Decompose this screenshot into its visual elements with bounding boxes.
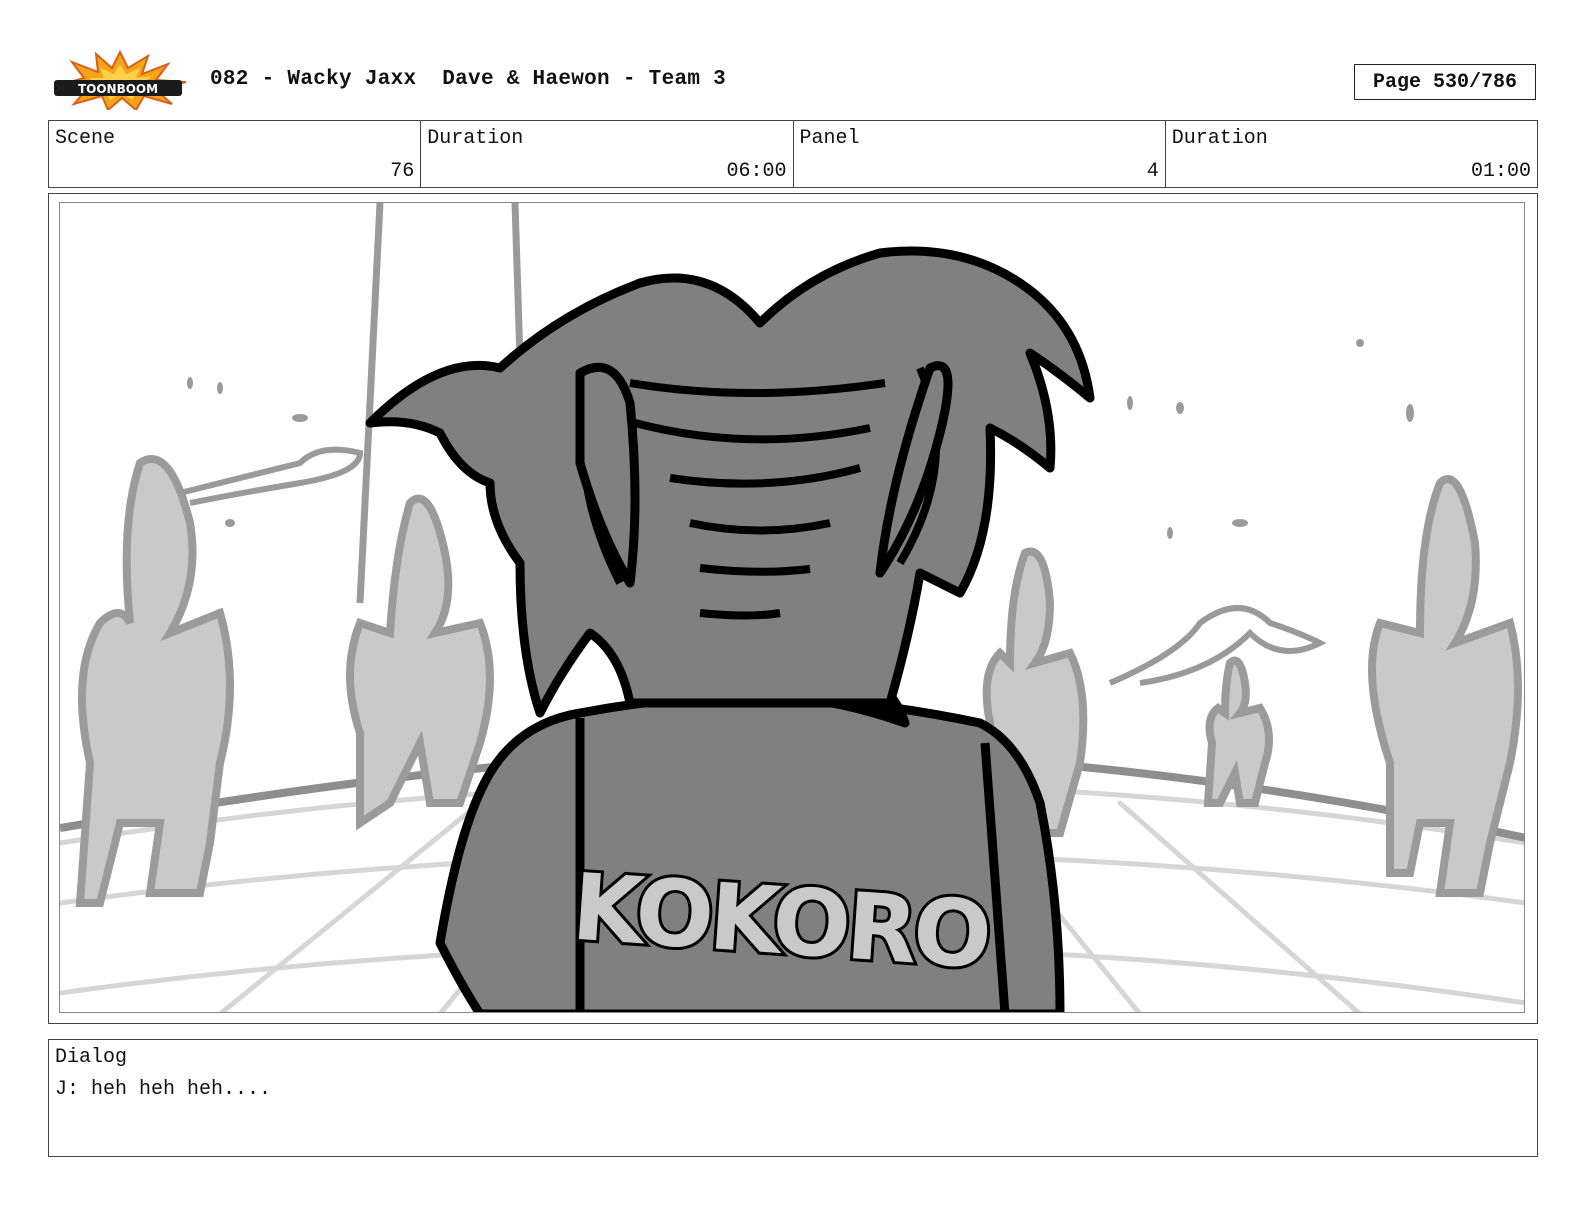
panel-cell: Panel 4 [794, 121, 1166, 187]
dialog-box: Dialog J: heh heh heh.... [48, 1039, 1538, 1157]
page-indicator: Page 530/786 [1354, 64, 1536, 100]
storyboard-panel-frame: KOKORO [48, 193, 1538, 1024]
scene-duration-label: Duration [427, 127, 524, 150]
scene-label: Scene [55, 127, 116, 150]
logo-text: TOONBOOM [78, 82, 158, 96]
panel-duration-value: 01:00 [1470, 160, 1531, 183]
dialog-text: J: heh heh heh.... [55, 1078, 272, 1101]
scene-cell: Scene 76 [49, 121, 422, 187]
panel-label: Panel [799, 127, 860, 150]
scene-duration-value: 06:00 [726, 160, 787, 183]
dialog-label: Dialog [55, 1046, 128, 1069]
panel-duration-label: Duration [1171, 127, 1268, 150]
page-number: Page 530/786 [1372, 70, 1518, 94]
scene-duration-cell: Duration 06:00 [421, 121, 794, 187]
scene-info-row: Scene 76 Duration 06:00 Panel 4 Duration… [48, 120, 1538, 188]
document-title: 082 - Wacky Jaxx Dave & Haewon - Team 3 [210, 68, 727, 91]
toonboom-logo: TOONBOOM [52, 49, 188, 112]
scene-value: 76 [390, 160, 415, 183]
panel-value: 4 [1146, 160, 1159, 183]
storyboard-panel-image: KOKORO [59, 202, 1525, 1013]
panel-duration-cell: Duration 01:00 [1166, 121, 1537, 187]
